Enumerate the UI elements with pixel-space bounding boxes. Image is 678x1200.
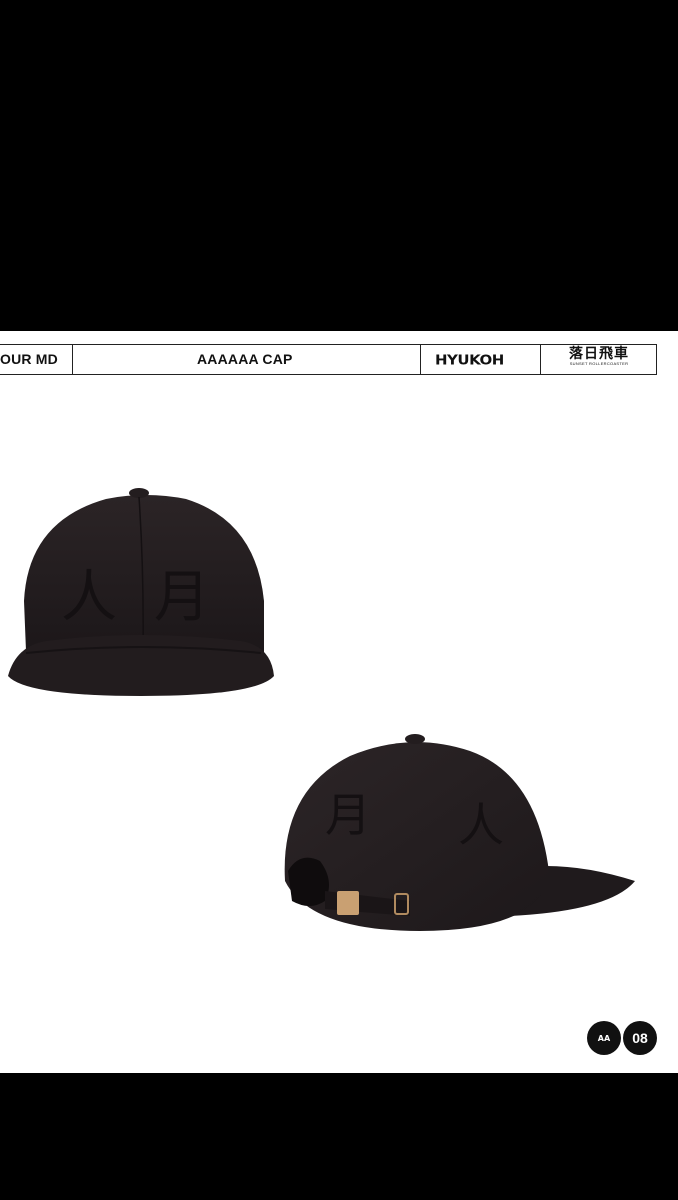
cap-front-photo: 人 月 (8, 488, 274, 696)
bottom-letterbox (0, 1073, 678, 1200)
cap-top-button (405, 734, 425, 744)
header-divider (72, 344, 73, 375)
header-divider (656, 344, 657, 375)
cap-strap-buckle (337, 891, 359, 915)
cap-top-button (129, 488, 149, 498)
header-strip: OUR MD AAAAAA CAP HYUKOH 落日飛車 SUNSET ROL… (0, 344, 678, 375)
header-divider (420, 344, 421, 375)
top-letterbox (0, 0, 678, 331)
header-section-label: OUR MD (0, 351, 58, 367)
cap-back-photo: 月 人 (284, 734, 635, 931)
page-number-badge: 08 (623, 1021, 657, 1055)
product-image-card: OUR MD AAAAAA CAP HYUKOH 落日飛車 SUNSET ROL… (0, 331, 678, 1073)
badge-logo-text: AA (597, 1033, 611, 1043)
hyukoh-logo: HYUKOH (435, 351, 504, 369)
header-bottom-rule (0, 374, 656, 375)
collab-logo-cjk: 落日飛車 (569, 346, 629, 362)
header-divider (540, 344, 541, 375)
cap-brim (8, 635, 274, 696)
embroidery-char: 人 (61, 565, 117, 630)
page-badge: AA 08 (587, 1021, 657, 1055)
embroidery-char: 人 (458, 798, 504, 852)
sunset-rollercoaster-logo: 落日飛車 SUNSET ROLLERCOASTER (566, 347, 632, 373)
embroidery-char: 月 (325, 788, 371, 842)
product-title: AAAAAA CAP (197, 351, 293, 367)
badge-logo-icon: AA (587, 1021, 621, 1055)
embroidery-char: 月 (154, 565, 210, 630)
cap-crown (24, 495, 264, 653)
screenshot-screen: OUR MD AAAAAA CAP HYUKOH 落日飛車 SUNSET ROL… (0, 0, 678, 1200)
header-top-rule (0, 344, 656, 345)
collab-logo-sub: SUNSET ROLLERCOASTER (569, 361, 629, 366)
